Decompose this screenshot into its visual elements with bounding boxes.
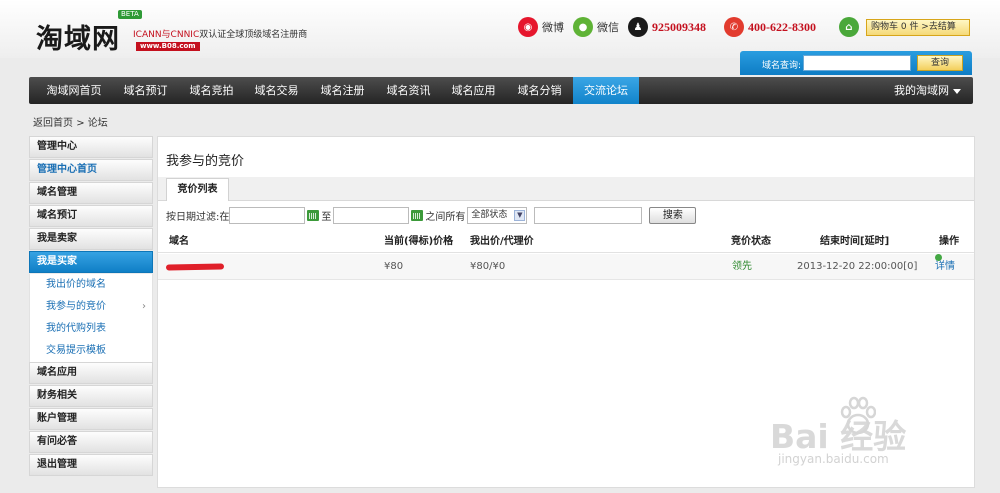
weibo-icon: ◉ [518,17,538,37]
weibo-label: 微博 [542,21,564,34]
calendar-icon[interactable] [411,209,424,221]
phone-number: 400-622-8300 [748,19,816,34]
logo-url-badge: www.B08.com [136,42,200,51]
breadcrumb-home-link[interactable]: 返回首页 [33,118,73,129]
sidebar-subitem-my-auctions[interactable]: 我参与的竞价 › [29,296,153,318]
redacted-domain [165,263,225,271]
sidebar-item-finance[interactable]: 财务相关 [29,385,153,407]
domain-search-label: 域名查询: [762,61,802,71]
wechat-link[interactable]: ● 微信 [573,16,619,38]
main-panel: 我参与的竞价 竞价列表 按日期过滤:在 至 之间所有 全部状态 ▼ 搜索 域名 … [157,136,975,488]
filter-to-label: 至 [321,211,332,223]
cart-icon: ⌂ [839,17,859,37]
domain-search-input[interactable] [803,55,911,71]
sidebar: 管理中心 管理中心首页 域名管理 域名预订 我是卖家 我是买家 我出价的域名 我… [29,136,153,477]
sidebar-subitem-my-bids[interactable]: 我出价的域名 [29,274,153,296]
page-title: 我参与的竞价 [166,154,245,169]
date-filter-bar: 按日期过滤:在 至 之间所有 全部状态 ▼ 搜索 [166,206,697,224]
cell-my-bid: ¥80/¥0 [470,261,506,272]
nav-item-trade[interactable]: 域名交易 [244,77,309,104]
col-current-price: 当前(得标)价格 [384,236,454,247]
tabs-strip: 竞价列表 [158,177,974,201]
chevron-right-icon: › [142,301,146,312]
sidebar-header: 管理中心 [29,136,153,158]
detail-label: 详情 [935,261,955,272]
cell-bid-status: 领先 [732,261,752,272]
nav-item-apps[interactable]: 域名应用 [441,77,506,104]
chevron-down-icon [953,88,961,94]
end-date-input[interactable] [333,206,410,224]
phone-link: ✆ 400-622-8300 [724,16,816,38]
cell-current-price: ¥80 [384,261,404,272]
col-domain: 域名 [169,236,189,247]
breadcrumb-separator: > [76,118,85,129]
col-action: 操作 [939,236,959,247]
qq-penguin-icon: ♟ [628,17,648,37]
sidebar-item-account[interactable]: 账户管理 [29,408,153,430]
calendar-icon[interactable] [307,209,320,221]
tagline-suffix: 双认证全球顶级域名注册商 [199,30,308,40]
qq-link[interactable]: ♟ 925009348 [628,16,706,38]
tagline-prefix: ICANN与CNNIC [133,30,200,40]
nav-item-auction[interactable]: 域名竞拍 [179,77,244,104]
site-logo[interactable]: 淘域网 [36,17,120,56]
domain-search-bar: 域名查询: 查询 [740,51,972,75]
sidebar-item-seller[interactable]: 我是卖家 [29,228,153,250]
qq-number: 925009348 [652,19,706,34]
status-select[interactable]: 全部状态 ▼ [467,206,528,224]
nav-item-register[interactable]: 域名注册 [310,77,375,104]
nav-item-home[interactable]: 淘域网首页 [37,77,111,104]
tab-bid-list[interactable]: 竞价列表 [166,178,229,201]
weibo-link[interactable]: ◉ 微博 [518,16,564,38]
cell-end-time: 2013-12-20 22:00:00[0] [797,261,918,272]
phone-icon: ✆ [724,17,744,37]
sidebar-subitem-notice-template[interactable]: 交易提示模板 [29,340,153,362]
sidebar-item-faq[interactable]: 有问必答 [29,431,153,453]
status-select-value: 全部状态 [471,209,508,220]
sidebar-item-dashboard[interactable]: 管理中心首页 [29,159,153,181]
sidebar-subitem-label: 我参与的竞价 [46,301,106,312]
col-my-bid: 我出价/代理价 [470,236,534,247]
sidebar-item-preorder[interactable]: 域名预订 [29,205,153,227]
my-account-menu[interactable]: 我的淘域网 [894,77,961,104]
sidebar-item-domain-apps[interactable]: 域名应用 [29,362,153,384]
domain-search-button[interactable]: 查询 [917,55,963,71]
my-account-label: 我的淘域网 [894,84,949,97]
sidebar-item-logout[interactable]: 退出管理 [29,454,153,476]
keyword-input[interactable] [534,206,643,224]
table-row: ¥80 ¥80/¥0 领先 2013-12-20 22:00:00[0] 详情 [158,254,974,280]
wechat-label: 微信 [597,21,619,34]
breadcrumb: 返回首页 > 论坛 [33,114,108,129]
table-header: 域名 当前(得标)价格 我出价/代理价 竞价状态 结束时间[延时] 操作 [158,231,974,253]
wechat-icon: ● [573,17,593,37]
logo-tagline: ICANN与CNNIC双认证全球顶级域名注册商 [133,27,307,40]
nav-item-news[interactable]: 域名资讯 [376,77,441,104]
sidebar-subitem-proxy-list[interactable]: 我的代购列表 [29,318,153,340]
nav-item-reseller[interactable]: 域名分销 [507,77,572,104]
filter-between-label: 之间所有 [425,211,466,223]
col-bid-status: 竞价状态 [731,236,771,247]
cart-button[interactable]: 购物车 0 件 >去结算 [866,19,970,36]
filter-label: 按日期过滤:在 [166,211,230,223]
start-date-input[interactable] [229,206,306,224]
nav-item-preorder[interactable]: 域名预订 [113,77,178,104]
sidebar-item-domain-manage[interactable]: 域名管理 [29,182,153,204]
beta-badge: BETA [118,10,142,19]
top-header: 淘域网 BETA ICANN与CNNIC双认证全球顶级域名注册商 www.B08… [0,0,1000,58]
nav-item-forum[interactable]: 交流论坛 [573,77,639,104]
breadcrumb-current: 论坛 [87,118,108,129]
chevron-down-icon: ▼ [514,209,526,221]
col-end-time: 结束时间[延时] [820,236,890,247]
sidebar-item-buyer[interactable]: 我是买家 [29,251,153,273]
filter-search-button[interactable]: 搜索 [649,206,697,224]
main-nav: 淘域网首页 域名预订 域名竞拍 域名交易 域名注册 域名资讯 域名应用 域名分销… [29,77,973,104]
